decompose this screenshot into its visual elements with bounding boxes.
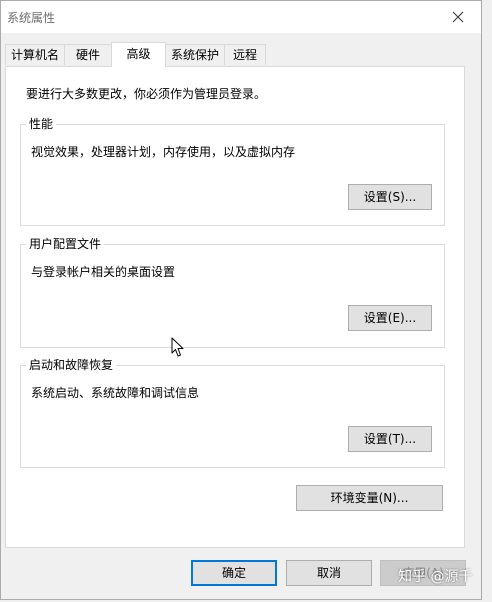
startup-recovery-title: 启动和故障恢复 — [26, 358, 117, 372]
close-button[interactable] — [435, 1, 481, 33]
tab-hardware[interactable]: 硬件 — [64, 44, 112, 65]
tab-remote[interactable]: 远程 — [224, 44, 266, 65]
watermark: 知乎 @源千 — [398, 569, 473, 585]
performance-description: 视觉效果，处理器计划，内存使用，以及虚拟内存 — [31, 145, 296, 159]
performance-group: 性能 视觉效果，处理器计划，内存使用，以及虚拟内存 设置(S)... — [20, 117, 445, 226]
mouse-pointer-icon — [171, 337, 184, 357]
advanced-tab-panel: 要进行大多数更改，你必须作为管理员登录。 性能 视觉效果，处理器计划，内存使用，… — [5, 66, 465, 548]
admin-notice: 要进行大多数更改，你必须作为管理员登录。 — [26, 87, 267, 101]
close-icon — [452, 11, 464, 23]
system-properties-window: 系统属性 计算机名 硬件 高级 系统保护 远程 要进行大多数更改，你必须作为管理… — [0, 0, 482, 600]
cancel-button[interactable]: 取消 — [286, 560, 372, 586]
tab-advanced[interactable]: 高级 — [111, 42, 166, 67]
startup-recovery-description: 系统启动、系统故障和调试信息 — [31, 386, 200, 400]
user-profiles-title: 用户配置文件 — [26, 237, 105, 251]
ok-button[interactable]: 确定 — [191, 560, 277, 586]
tab-system-protection[interactable]: 系统保护 — [165, 44, 225, 65]
startup-recovery-group: 启动和故障恢复 系统启动、系统故障和调试信息 设置(T)... — [20, 358, 445, 468]
performance-settings-button[interactable]: 设置(S)... — [348, 184, 432, 210]
user-profiles-description: 与登录帐户相关的桌面设置 — [31, 265, 176, 279]
environment-variables-button[interactable]: 环境变量(N)... — [296, 485, 443, 511]
title-bar[interactable]: 系统属性 — [1, 1, 481, 33]
window-title: 系统属性 — [7, 11, 56, 25]
startup-recovery-settings-button[interactable]: 设置(T)... — [348, 426, 432, 452]
performance-title: 性能 — [26, 117, 57, 131]
user-profiles-settings-button[interactable]: 设置(E)... — [348, 305, 432, 331]
user-profiles-group: 用户配置文件 与登录帐户相关的桌面设置 设置(E)... — [20, 237, 445, 348]
tab-computer-name[interactable]: 计算机名 — [5, 44, 65, 65]
